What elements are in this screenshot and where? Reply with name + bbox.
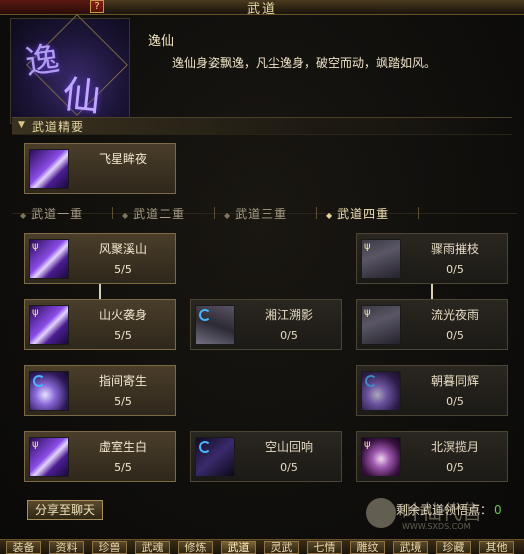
skill-level: 0/5	[446, 461, 464, 474]
tab-separator	[418, 207, 419, 219]
ring-icon	[199, 441, 211, 453]
skill-level: 0/5	[280, 461, 298, 474]
purple-orb-icon	[361, 371, 401, 411]
purple-slash-icon: ψ	[29, 305, 69, 345]
purple-swirl-icon: ψ	[361, 437, 401, 477]
skill-name: 空山回响	[264, 440, 313, 454]
remaining-points: 剩余武道领悟点： 0	[396, 501, 502, 518]
skill-name: 北溟揽月	[430, 440, 479, 454]
school-emblem: 逸 仙	[10, 14, 130, 124]
purple-slash-icon: ψ	[29, 239, 69, 279]
skill-name: 风聚溪山	[98, 242, 147, 256]
nav-tab-profile[interactable]: 资料	[49, 541, 84, 554]
tab-diamond-icon: ◆	[224, 211, 232, 220]
emblem-char-1: 逸	[22, 38, 63, 84]
skill-name: 虚室生白	[98, 440, 147, 454]
skill-level: 5/5	[114, 395, 132, 408]
skill-card[interactable]: 指间寄生 5/5	[24, 365, 176, 416]
mascot-icon	[366, 498, 396, 528]
remaining-points-label: 剩余武道领悟点：	[396, 503, 493, 517]
skill-name: 指间寄生	[98, 374, 147, 388]
skill-level: 5/5	[114, 461, 132, 474]
skill-name: 湘江溯影	[264, 308, 313, 322]
skill-card[interactable]: ψ 北溟揽月 0/5	[356, 431, 508, 482]
martial-way-window: ? 武道 逸 仙 逸仙 逸仙身姿飘逸，凡尘逸身，破空而动，飒踏如风。 ▼ 武道精…	[0, 0, 524, 554]
skill-name: 飞星眸夜	[98, 152, 147, 166]
school-name: 逸仙	[148, 34, 175, 49]
skill-connector-line	[99, 284, 101, 300]
ring-icon	[365, 375, 377, 387]
skill-card[interactable]: 湘江溯影 0/5	[190, 299, 342, 350]
rune-icon: ψ	[32, 307, 39, 318]
essence-section-header[interactable]: ▼ 武道精要	[12, 117, 512, 135]
nav-tab-cultivation[interactable]: 修炼	[178, 541, 213, 554]
skill-name: 山火袭身	[98, 308, 147, 322]
nav-tab-equipment[interactable]: 装备	[6, 541, 41, 554]
skill-level: 0/5	[280, 329, 298, 342]
rune-icon: ψ	[364, 241, 371, 252]
nav-tab-spirit-weapon[interactable]: 灵武	[264, 541, 299, 554]
bottom-nav-bar: 装备 资料 珍兽 武魂 修炼 武道 灵武 七情 雕纹 武境 珍藏 其他	[0, 539, 524, 554]
essence-section-label: 武道精要	[32, 120, 85, 134]
rune-icon: ψ	[364, 307, 371, 318]
tab-diamond-icon: ◆	[326, 211, 334, 220]
nav-tab-other[interactable]: 其他	[479, 541, 514, 554]
ring-icon	[199, 309, 211, 321]
share-to-chat-button[interactable]: 分享至聊天	[27, 500, 103, 520]
header-panel: 逸 仙 逸仙 逸仙身姿飘逸，凡尘逸身，破空而动，飒踏如风。	[6, 14, 518, 124]
tab-tier-2[interactable]: ◆ 武道二重	[122, 205, 185, 221]
expand-arrow-icon: ▼	[18, 120, 25, 130]
skill-name: 骤雨摧枝	[430, 242, 479, 256]
ring-icon	[33, 375, 45, 387]
purple-slash-icon	[29, 149, 69, 189]
skill-name: 流光夜雨	[430, 308, 479, 322]
skill-card[interactable]: 朝暮同辉 0/5	[356, 365, 508, 416]
tab-separator	[214, 207, 215, 219]
nav-tab-martial-realm[interactable]: 武境	[393, 541, 428, 554]
rune-icon: ψ	[32, 241, 39, 252]
remaining-points-value: 0	[494, 503, 502, 517]
tier-tabs: ◆ 武道一重 ◆ 武道二重 ◆ 武道三重 ◆ 武道四重	[12, 205, 517, 221]
rune-icon: ψ	[32, 439, 39, 450]
skill-card[interactable]: ψ 虚室生白 5/5	[24, 431, 176, 482]
skill-level: 0/5	[446, 329, 464, 342]
tab-tier-1[interactable]: ◆ 武道一重	[20, 205, 83, 221]
nav-tab-pets[interactable]: 珍兽	[92, 541, 127, 554]
nav-tab-martial-soul[interactable]: 武魂	[135, 541, 170, 554]
skill-card[interactable]: ψ 风聚溪山 5/5	[24, 233, 176, 284]
watermark-url: WWW.SXDS.COM	[402, 522, 471, 531]
dark-purple-icon	[195, 437, 235, 477]
tab-separator	[112, 207, 113, 219]
purple-orb-icon	[29, 371, 69, 411]
nav-tab-emotions[interactable]: 七情	[307, 541, 342, 554]
nav-tab-engraving[interactable]: 雕纹	[350, 541, 385, 554]
window-title: 武道	[246, 2, 277, 17]
nav-tab-martial-way[interactable]: 武道	[221, 541, 256, 554]
title-bar[interactable]: ? 武道	[0, 0, 524, 17]
tab-separator	[316, 207, 317, 219]
skill-level: 0/5	[446, 395, 464, 408]
purple-slash-icon: ψ	[29, 437, 69, 477]
skill-level: 0/5	[446, 263, 464, 276]
skill-card[interactable]: ψ 山火袭身 5/5	[24, 299, 176, 350]
nav-tab-collection[interactable]: 珍藏	[436, 541, 471, 554]
gray-lines-icon	[195, 305, 235, 345]
gray-lines-icon: ψ	[361, 305, 401, 345]
rune-icon: ψ	[364, 439, 371, 450]
skill-connector-line	[431, 284, 433, 300]
school-description: 逸仙身姿飘逸，凡尘逸身，破空而动，飒踏如风。	[172, 56, 437, 70]
tab-diamond-icon: ◆	[122, 211, 130, 220]
gray-lines-icon: ψ	[361, 239, 401, 279]
skill-level: 5/5	[114, 263, 132, 276]
tab-diamond-icon: ◆	[20, 211, 28, 220]
skill-level: 5/5	[114, 329, 132, 342]
skill-card[interactable]: ψ 骤雨摧枝 0/5	[356, 233, 508, 284]
emblem-char-2: 仙	[60, 72, 103, 120]
skill-name: 朝暮同辉	[430, 374, 479, 388]
essence-skill-card[interactable]: 飞星眸夜	[24, 143, 176, 194]
skill-card[interactable]: 空山回响 0/5	[190, 431, 342, 482]
tab-tier-4[interactable]: ◆ 武道四重	[326, 205, 389, 221]
tab-tier-3[interactable]: ◆ 武道三重	[224, 205, 287, 221]
skill-card[interactable]: ψ 流光夜雨 0/5	[356, 299, 508, 350]
